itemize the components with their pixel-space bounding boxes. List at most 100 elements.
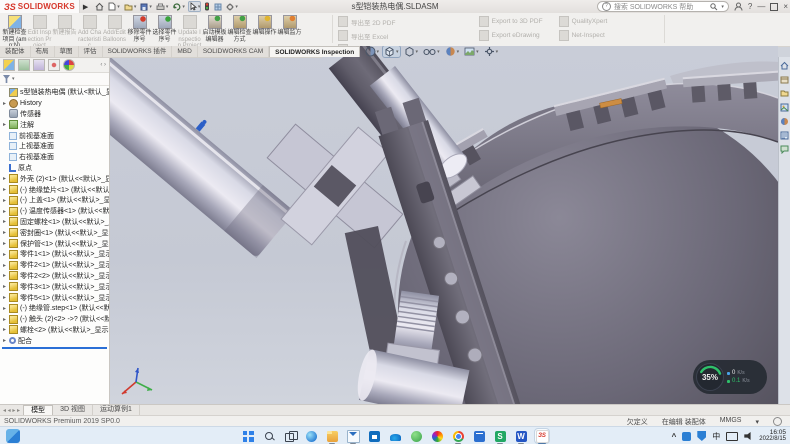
expand-arrow-icon[interactable]: ▸ bbox=[2, 283, 7, 290]
tree-item[interactable]: ▸(-) 温度传感器<1> (默认<<默认>_ bbox=[0, 206, 109, 217]
edit-appearance-icon[interactable]: ▾ bbox=[444, 46, 461, 57]
status-item-3[interactable]: MMGS bbox=[720, 417, 742, 427]
tree-item[interactable]: ▸配合 bbox=[0, 335, 109, 346]
settings-grid-button[interactable] bbox=[214, 3, 222, 11]
custom-properties-icon[interactable] bbox=[780, 130, 790, 140]
ime-indicator[interactable]: 中 bbox=[712, 431, 720, 442]
display-manager-tab[interactable] bbox=[63, 59, 75, 71]
feature-tree-tab[interactable] bbox=[3, 59, 15, 71]
expand-arrow-icon[interactable]: ▸ bbox=[2, 326, 7, 333]
property-manager-tab[interactable] bbox=[18, 59, 30, 71]
tree-item[interactable]: ▸(-) 触头 (2)<2> ->? (默认<<默认 bbox=[0, 314, 109, 325]
menu-flyout-arrow-icon[interactable]: ▶ bbox=[83, 3, 88, 11]
open-button[interactable]: ▾ bbox=[124, 3, 137, 11]
tree-item[interactable]: ▸零件2<2> (默认<<默认>_显示状 bbox=[0, 271, 109, 282]
search-icon[interactable] bbox=[710, 3, 718, 11]
tree-item[interactable]: ▸零件2<1> (默认<<默认>_显示状 bbox=[0, 260, 109, 271]
ribbon-tab-6[interactable]: MBD bbox=[172, 46, 197, 57]
expand-arrow-icon[interactable]: ▸ bbox=[2, 294, 7, 301]
tab-scroll-arrows[interactable]: ‹ › bbox=[100, 62, 106, 68]
user-account-icon[interactable] bbox=[734, 2, 743, 11]
configuration-manager-tab[interactable] bbox=[33, 59, 45, 71]
taskbar-app-solidworks[interactable]: ЗS bbox=[535, 429, 549, 443]
undo-button[interactable]: ▾ bbox=[172, 3, 185, 11]
file-explorer-icon[interactable] bbox=[780, 88, 790, 98]
tree-item[interactable]: 原点 bbox=[0, 163, 109, 174]
help-button[interactable]: ? bbox=[748, 1, 752, 12]
ribbon-button-remove-balloon[interactable]: 移除零件序号 bbox=[127, 14, 152, 46]
tree-item[interactable]: ▸固定螺栓<1> (默认<<默认>_显示 bbox=[0, 217, 109, 228]
tray-overflow-chevron[interactable]: ^ bbox=[672, 432, 677, 441]
export-item[interactable]: 导出至 2D PDF bbox=[338, 16, 463, 27]
dimxpert-manager-tab[interactable] bbox=[48, 59, 60, 71]
ribbon-button-template-editor[interactable]: 启动模板编辑器 bbox=[202, 14, 227, 46]
save-button[interactable]: ▾ bbox=[140, 3, 152, 11]
ribbon-button-new-project[interactable]: 新建检查项目 (amp;N) bbox=[2, 14, 27, 50]
taskbar-app-chrome[interactable] bbox=[451, 429, 465, 443]
taskbar-app-edge[interactable] bbox=[304, 429, 318, 443]
tree-item[interactable]: ▸(-) 绝缘垫片<1> (默认<<默认>_显 bbox=[0, 184, 109, 195]
taskbar-app-notes-app[interactable] bbox=[472, 429, 486, 443]
ribbon-button-edit-operations[interactable]: 编辑操作 bbox=[252, 14, 277, 46]
tree-item[interactable]: ▸(-) 上盖<1> (默认<<默认>_显示状 bbox=[0, 195, 109, 206]
tree-item[interactable]: ▸零件5<1> (默认<<默认>_显示状 bbox=[0, 292, 109, 303]
expand-arrow-icon[interactable]: ▸ bbox=[2, 208, 7, 215]
expand-arrow-icon[interactable]: ▸ bbox=[2, 272, 7, 279]
export-item[interactable]: 导出至 Excel bbox=[338, 30, 463, 41]
new-document-button[interactable]: ▾ bbox=[108, 2, 120, 11]
expand-arrow-icon[interactable]: ▸ bbox=[2, 262, 7, 269]
expand-arrow-icon[interactable]: ▸ bbox=[2, 229, 7, 236]
search-scope-dropdown-icon[interactable]: ▾ bbox=[721, 4, 724, 10]
help-search-input[interactable]: ? 搜索 SOLIDWORKS 帮助 ▾ bbox=[597, 1, 729, 12]
export-item[interactable]: QualityXpert bbox=[559, 16, 608, 27]
taskbar-app-file-explorer[interactable] bbox=[325, 429, 339, 443]
display-style-icon[interactable]: ▾ bbox=[403, 46, 420, 57]
security-shield-icon[interactable] bbox=[697, 431, 706, 441]
taskbar-app-w-app[interactable]: W bbox=[514, 429, 528, 443]
forum-icon[interactable] bbox=[780, 144, 790, 154]
volume-icon[interactable] bbox=[744, 432, 753, 440]
tree-item[interactable]: ▸零件3<1> (默认<<默认>_显示状 bbox=[0, 281, 109, 292]
export-item[interactable]: Net-Inspect bbox=[559, 30, 608, 41]
taskbar-app-green-app[interactable] bbox=[409, 429, 423, 443]
close-button[interactable]: × bbox=[783, 1, 788, 12]
expand-arrow-icon[interactable]: ▸ bbox=[2, 197, 7, 204]
hide-show-items-icon[interactable]: ▾ bbox=[422, 46, 441, 57]
expand-arrow-icon[interactable]: ▸ bbox=[2, 186, 7, 193]
home-button[interactable] bbox=[95, 2, 104, 11]
ribbon-button-edit-project[interactable]: Edit Inspection Project bbox=[27, 14, 52, 50]
taskbar-app-start[interactable] bbox=[241, 429, 255, 443]
view-palette-icon[interactable] bbox=[780, 102, 790, 112]
units-dropdown-arrow[interactable]: ▾ bbox=[755, 418, 759, 426]
print-button[interactable]: ▾ bbox=[156, 3, 169, 11]
home-tab-icon[interactable] bbox=[780, 60, 790, 70]
taskbar-app-mail[interactable] bbox=[346, 429, 360, 443]
expand-arrow-icon[interactable]: ▸ bbox=[2, 251, 7, 258]
filter-dropdown-icon[interactable]: ▾ bbox=[12, 76, 15, 82]
taskbar-app-s-app[interactable]: S bbox=[493, 429, 507, 443]
viewport-3d[interactable]: ▾ ▾ ▾ ▾ ▾ ▾ ▾ ▾ 35% 0 K/s bbox=[110, 46, 778, 404]
expand-arrow-icon[interactable]: ▸ bbox=[2, 175, 7, 182]
ribbon-tab-2[interactable]: 布局 bbox=[31, 46, 55, 57]
tree-item[interactable]: ▸外壳 (2)<1> (默认<<默认>_显示状 bbox=[0, 173, 109, 184]
expand-arrow-icon[interactable]: ▸ bbox=[2, 240, 7, 247]
apply-scene-icon[interactable]: ▾ bbox=[463, 46, 480, 57]
ribbon-button-add-characteristic[interactable]: Add Characteristic bbox=[77, 14, 102, 50]
tree-item[interactable]: ▸保护管<1> (默认<<默认>_显示状 bbox=[0, 238, 109, 249]
view-orientation-cube-icon[interactable]: ▾ bbox=[383, 46, 400, 57]
ribbon-button-update-project[interactable]: Update Inspection Project bbox=[177, 14, 202, 50]
options-gear-button[interactable]: ▾ bbox=[226, 3, 238, 11]
widgets-button[interactable] bbox=[6, 429, 20, 443]
tree-item[interactable]: ▸密封圈<1> (默认<<默认>_显示状 bbox=[0, 227, 109, 238]
view-settings-icon[interactable]: ▾ bbox=[483, 46, 500, 57]
solidworks-logo[interactable]: ЗS SOLIDWORKS bbox=[0, 0, 80, 13]
tree-item[interactable]: 上视基准面 bbox=[0, 141, 109, 152]
display-tray-icon[interactable] bbox=[726, 432, 738, 441]
tree-item[interactable]: 传感器 bbox=[0, 109, 109, 120]
expand-arrow-icon[interactable]: ▸ bbox=[2, 218, 7, 225]
taskbar-app-photos[interactable] bbox=[430, 429, 444, 443]
expand-arrow-icon[interactable]: ▸ bbox=[2, 337, 7, 344]
tree-item[interactable]: 前视基准面 bbox=[0, 130, 109, 141]
taskbar-app-search[interactable] bbox=[262, 429, 276, 443]
section-view-icon[interactable]: ▾ bbox=[364, 46, 381, 57]
